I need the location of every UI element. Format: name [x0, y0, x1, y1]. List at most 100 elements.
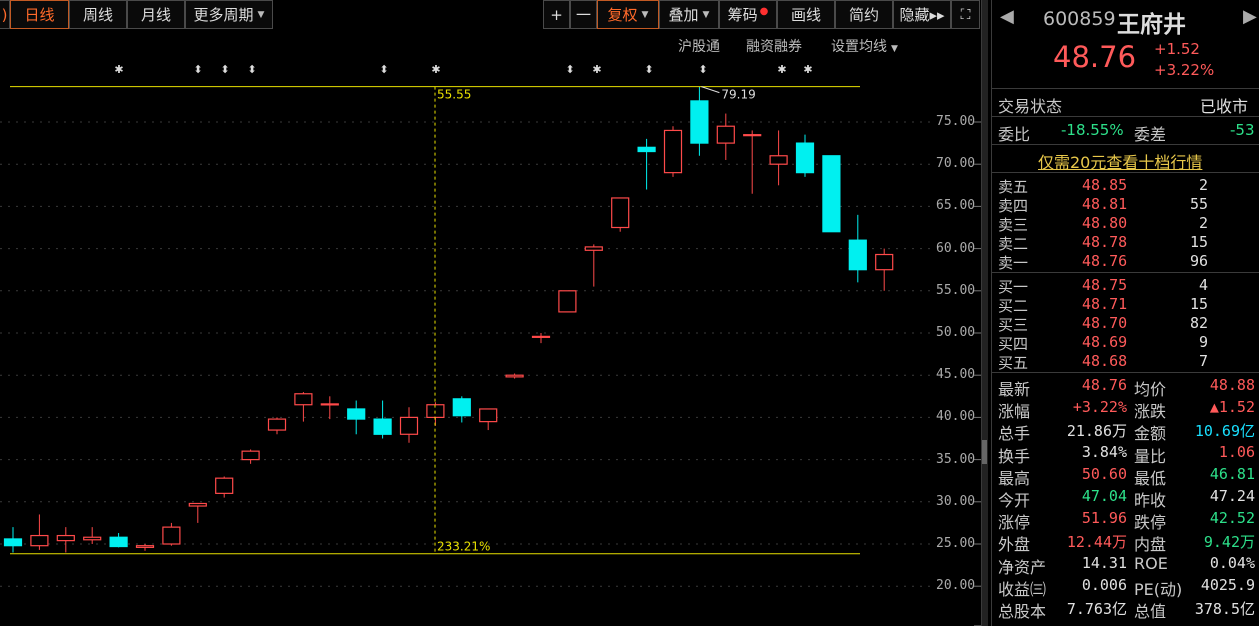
prev-stock-arrow-icon[interactable]: ◀ [1000, 6, 1014, 27]
candle [267, 417, 287, 435]
orderbook-price: 48.71 [1082, 295, 1128, 313]
event-marker-icon: ⬍ [247, 63, 256, 76]
stat-value: 21.86万 [1066, 422, 1127, 441]
splitter-handle[interactable] [982, 440, 987, 464]
stat-value: 48.76 [1081, 376, 1127, 394]
y-tick-label: 35.00 [936, 451, 976, 467]
candle-body [637, 146, 656, 153]
candle [399, 407, 419, 443]
next-stock-arrow-icon[interactable]: ▶ [1243, 6, 1257, 27]
candle-body [399, 416, 419, 435]
stat-label: 今开 [998, 491, 1031, 510]
candle [663, 126, 683, 177]
orderbook-label: 买五 [998, 354, 1029, 372]
y-tick-label: 40.00 [936, 409, 976, 425]
stat-label: 昨收 [1134, 491, 1167, 510]
event-marker-icon: ✱ [592, 63, 601, 76]
tab-daily[interactable]: 日线 [10, 0, 69, 29]
margin-link[interactable]: 融资融券 [746, 36, 802, 56]
event-marker-icon: ✱ [431, 63, 440, 76]
chips-button[interactable]: 筹码 ● [719, 0, 777, 29]
y-tick-label: 70.00 [936, 156, 976, 172]
orderbook-label: 买二 [998, 297, 1029, 315]
price-change-pct: +3.22% [1154, 61, 1215, 79]
candle [83, 527, 102, 544]
zoom-out-button[interactable]: 一 [570, 0, 597, 29]
zoom-in-button[interactable]: + [543, 0, 570, 29]
top-line-label: 55.55 [437, 88, 471, 102]
orderbook-price: 48.76 [1082, 252, 1128, 270]
candle-body [294, 393, 313, 406]
candle [795, 134, 815, 177]
stat-label: 内盘 [1134, 535, 1167, 555]
candle-body [162, 526, 181, 545]
candle-body [320, 403, 339, 406]
candle [531, 333, 551, 344]
overlay-label: 叠加 [668, 6, 699, 24]
stat-label: 金额 [1134, 424, 1167, 444]
stat-label: 最高 [998, 468, 1031, 488]
event-marker-icon: ⬍ [220, 63, 229, 76]
orderbook-price: 48.81 [1082, 195, 1128, 213]
candle [30, 514, 49, 550]
chevron-down-icon: ▼ [702, 9, 710, 20]
weibi-label: 委比 [998, 125, 1031, 144]
candle-body [505, 374, 524, 378]
candle-body [109, 536, 128, 548]
candle-body [83, 536, 102, 541]
stat-value: 46.81 [1209, 464, 1255, 483]
overlay-button[interactable]: 叠加 ▼ [659, 0, 719, 29]
candle [56, 527, 75, 553]
orderbook-volume: 15 [1189, 233, 1208, 251]
tab-more-periods[interactable]: 更多周期 ▼ [185, 0, 273, 29]
orderbook-label: 买四 [998, 335, 1029, 353]
chevron-down-icon: ▼ [257, 9, 265, 20]
tab-monthly[interactable]: 月线 [127, 0, 185, 29]
orderbook-volume: 82 [1189, 314, 1208, 332]
stat-value: 1.06 [1218, 442, 1255, 461]
hide-button[interactable]: 隐藏▸▸ [893, 0, 951, 29]
candle [479, 408, 498, 431]
stat-label: 最新 [998, 380, 1031, 399]
stat-label: 均价 [1134, 380, 1167, 399]
promo-link[interactable]: 仅需20元查看十档行情 [1038, 149, 1202, 173]
y-tick-label: 65.00 [936, 198, 976, 214]
candlestick-chart[interactable]: ✱ ⬍ ⬍ ⬍ ⬍ ✱ ⬍ ✱ ⬍ ⬍ ✱ ✱ 55.55 233.21% 79.19 [0, 56, 986, 626]
candle-body [267, 418, 287, 431]
draw-line-button[interactable]: 画线 [777, 0, 835, 29]
weicha-value: -53 [1230, 121, 1255, 139]
tab-weekly[interactable]: 周线 [69, 0, 127, 29]
candle [558, 290, 577, 313]
stat-value: +3.22% [1072, 398, 1127, 417]
candle [848, 214, 867, 283]
hgt-link[interactable]: 沪股通 [678, 36, 720, 56]
candle [215, 476, 234, 498]
candle [373, 400, 392, 439]
candle [505, 373, 524, 379]
candle [241, 449, 260, 464]
orderbook-volume: 9 [1198, 333, 1208, 351]
stat-label: 总股本 [998, 602, 1047, 621]
stat-value: 0.04% [1209, 553, 1255, 572]
candle [611, 197, 630, 232]
stat-value: 50.60 [1081, 464, 1127, 483]
stat-label: 换手 [998, 446, 1031, 466]
stat-value: 42.52 [1209, 509, 1255, 528]
simple-button[interactable]: 简约 [835, 0, 893, 29]
orderbook-volume: 96 [1189, 252, 1208, 270]
y-tick-label: 55.00 [936, 282, 976, 298]
adjust-button[interactable]: 复权 ▼ [597, 0, 659, 29]
candle [822, 155, 841, 233]
y-tick-label: 20.00 [936, 578, 976, 594]
candle-body [611, 197, 630, 229]
stat-label: 净资产 [998, 557, 1047, 577]
y-tick-label: 25.00 [936, 536, 976, 551]
orderbook-label: 卖一 [998, 254, 1029, 272]
event-marker-icon: ✱ [777, 63, 786, 76]
candle [584, 244, 603, 287]
fullscreen-icon[interactable]: ⛶ [951, 0, 980, 29]
back-arrow-button[interactable]: ) [0, 0, 10, 29]
event-marker-icon: ✱ [803, 63, 812, 76]
chevron-down-icon: ▼ [641, 9, 649, 20]
ma-setting-button[interactable]: 设置均线 ▼ [831, 36, 898, 56]
